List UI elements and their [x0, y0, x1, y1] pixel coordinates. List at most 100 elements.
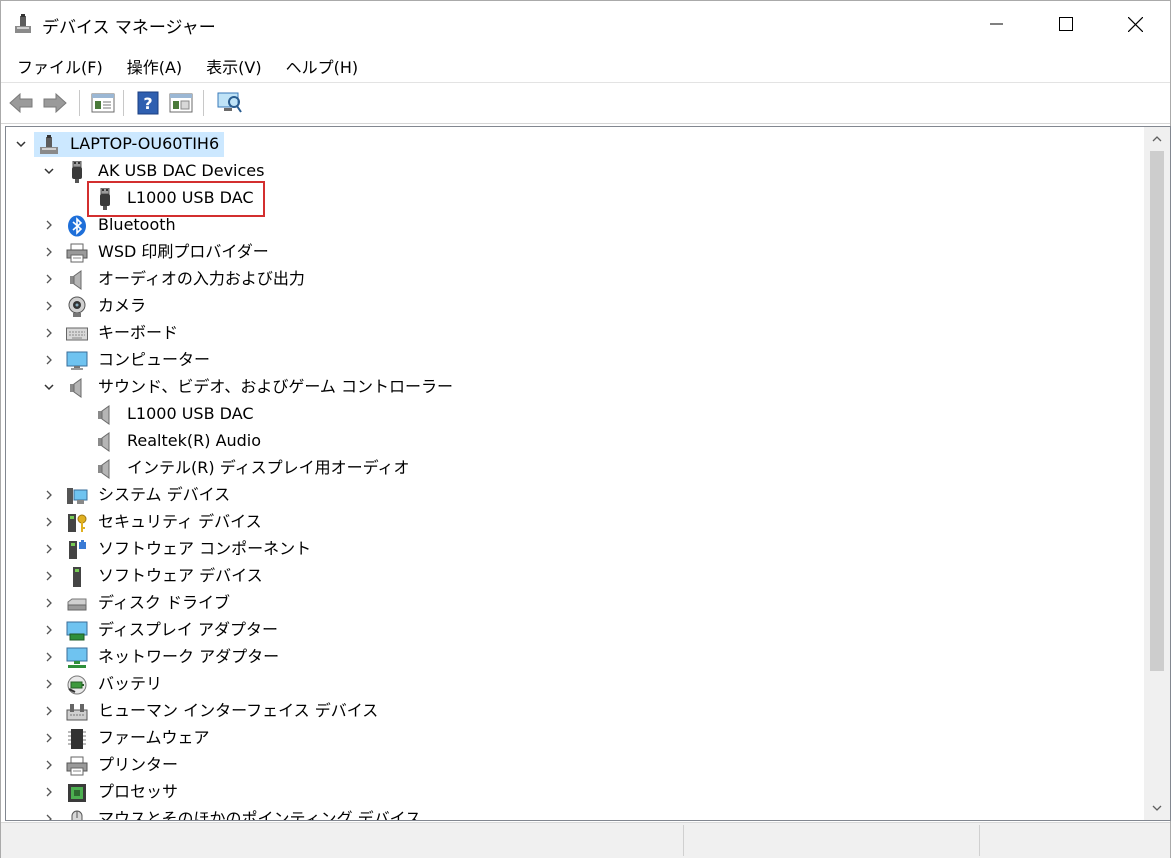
menu-file[interactable]: ファイル(F) — [9, 51, 111, 79]
chevron-right-icon[interactable] — [42, 217, 56, 233]
chevron-right-icon[interactable] — [42, 541, 56, 557]
tree-root[interactable]: LAPTOP-OU60TIH6 — [6, 131, 1143, 158]
help-icon[interactable]: ? — [134, 89, 162, 117]
tree-item[interactable]: システム デバイス — [6, 482, 1143, 509]
tree-item[interactable]: ネットワーク アダプター — [6, 644, 1143, 671]
tree-item[interactable]: キーボード — [6, 320, 1143, 347]
chevron-down-icon[interactable] — [42, 379, 56, 395]
chevron-right-icon[interactable] — [42, 730, 56, 746]
tree-item[interactable]: プリンター — [6, 752, 1143, 779]
printer-icon — [66, 755, 88, 777]
chevron-right-icon[interactable] — [42, 487, 56, 503]
tree-item-label: AK USB DAC Devices — [98, 161, 265, 180]
device-tree-panel: LAPTOP-OU60TIH6 AK USB DAC Devices L1000 … — [5, 126, 1171, 821]
chevron-right-icon[interactable] — [42, 568, 56, 584]
chevron-right-icon[interactable] — [42, 811, 56, 820]
chevron-right-icon[interactable] — [42, 649, 56, 665]
tree-item-label: プロセッサ — [98, 782, 179, 801]
scan-hardware-icon[interactable] — [215, 89, 243, 117]
tree-item[interactable]: コンピューター — [6, 347, 1143, 374]
speaker-icon — [94, 458, 116, 480]
chevron-right-icon[interactable] — [42, 352, 56, 368]
close-button[interactable] — [1100, 1, 1170, 47]
scroll-down-icon[interactable] — [1144, 798, 1170, 818]
menu-view[interactable]: 表示(V) — [198, 51, 269, 79]
chevron-down-icon[interactable] — [14, 136, 28, 152]
tree-item[interactable]: L1000 USB DAC — [6, 401, 1143, 428]
status-bar — [1, 822, 1170, 858]
chevron-down-icon[interactable] — [42, 163, 56, 179]
tree-item-label: ソフトウェア デバイス — [98, 566, 263, 585]
tree-item[interactable]: AK USB DAC Devices — [6, 158, 1143, 185]
menu-action[interactable]: 操作(A) — [119, 51, 190, 79]
tree-item[interactable]: Bluetooth — [6, 212, 1143, 239]
tree-item[interactable]: ヒューマン インターフェイス デバイス — [6, 698, 1143, 725]
tree-item-label: マウスとそのほかのポインティング デバイス — [98, 809, 422, 820]
tree-item[interactable]: WSD 印刷プロバイダー — [6, 239, 1143, 266]
chevron-right-icon[interactable] — [42, 244, 56, 260]
back-icon[interactable] — [7, 89, 35, 117]
minimize-button[interactable] — [961, 1, 1031, 47]
tree-item-label: ディスプレイ アダプター — [98, 620, 278, 639]
tree-item-label: ファームウェア — [98, 728, 210, 747]
tree-item[interactable]: L1000 USB DAC — [6, 185, 1143, 212]
properties-list-icon[interactable] — [89, 89, 117, 117]
menu-bar: ファイル(F) 操作(A) 表示(V) ヘルプ(H) — [1, 51, 366, 79]
tree-item-label: Bluetooth — [98, 215, 176, 234]
tree-item[interactable]: ディスプレイ アダプター — [6, 617, 1143, 644]
chevron-right-icon[interactable] — [42, 703, 56, 719]
forward-icon[interactable] — [41, 89, 69, 117]
tree-item-label: バッテリ — [98, 674, 163, 693]
tree-item[interactable]: オーディオの入力および出力 — [6, 266, 1143, 293]
speaker-icon — [66, 269, 88, 291]
disk-drive-icon — [66, 593, 88, 615]
usb-icon — [66, 161, 88, 183]
tree-item[interactable]: プロセッサ — [6, 779, 1143, 806]
chevron-right-icon[interactable] — [42, 514, 56, 530]
device-manager-window: デバイス マネージャー ファイル(F) 操作(A) 表示(V) ヘルプ(H) ? — [0, 0, 1171, 858]
tree-item-label: Realtek(R) Audio — [127, 431, 262, 450]
speaker-icon — [94, 431, 116, 453]
tree-item-label: L1000 USB DAC — [127, 188, 254, 207]
display-adapter-icon — [66, 620, 88, 642]
computer-icon — [38, 134, 60, 156]
tree-item[interactable]: ソフトウェア デバイス — [6, 563, 1143, 590]
tree-item[interactable]: カメラ — [6, 293, 1143, 320]
tree-item[interactable]: セキュリティ デバイス — [6, 509, 1143, 536]
tree-item[interactable]: インテル(R) ディスプレイ用オーディオ — [6, 455, 1143, 482]
tree-item-label: コンピューター — [98, 350, 211, 369]
monitor-icon — [66, 350, 88, 372]
chevron-right-icon[interactable] — [42, 757, 56, 773]
toolbar: ? — [1, 82, 1170, 124]
root-label: LAPTOP-OU60TIH6 — [70, 134, 220, 153]
menu-help[interactable]: ヘルプ(H) — [278, 51, 367, 79]
tree-item[interactable]: Realtek(R) Audio — [6, 428, 1143, 455]
vertical-scrollbar[interactable] — [1144, 127, 1170, 820]
tree-item-label: ネットワーク アダプター — [98, 647, 280, 666]
tree-item-label: プリンター — [98, 755, 179, 774]
software-device-icon — [66, 566, 88, 588]
tree-item[interactable]: ソフトウェア コンポーネント — [6, 536, 1143, 563]
chevron-right-icon[interactable] — [42, 325, 56, 341]
tree-item[interactable]: バッテリ — [6, 671, 1143, 698]
chevron-right-icon[interactable] — [42, 784, 56, 800]
scrollbar-thumb[interactable] — [1150, 151, 1164, 671]
chevron-right-icon[interactable] — [42, 622, 56, 638]
tree-item[interactable]: ディスク ドライブ — [6, 590, 1143, 617]
tree-item[interactable]: マウスとそのほかのポインティング デバイス — [6, 806, 1143, 820]
software-component-icon — [66, 539, 88, 561]
tree-item[interactable]: サウンド、ビデオ、およびゲーム コントローラー — [6, 374, 1143, 401]
tree-item[interactable]: ファームウェア — [6, 725, 1143, 752]
maximize-button[interactable] — [1031, 1, 1101, 47]
scroll-up-icon[interactable] — [1144, 129, 1170, 149]
device-tree[interactable]: LAPTOP-OU60TIH6 AK USB DAC Devices L1000 … — [6, 127, 1143, 820]
details-view-icon[interactable] — [167, 89, 195, 117]
chevron-right-icon[interactable] — [42, 595, 56, 611]
speaker-icon — [66, 377, 88, 399]
tree-item-label: サウンド、ビデオ、およびゲーム コントローラー — [98, 377, 454, 396]
chevron-right-icon[interactable] — [42, 676, 56, 692]
tree-item-label: カメラ — [98, 296, 147, 315]
chevron-right-icon[interactable] — [42, 298, 56, 314]
usb-icon — [94, 188, 116, 210]
chevron-right-icon[interactable] — [42, 271, 56, 287]
